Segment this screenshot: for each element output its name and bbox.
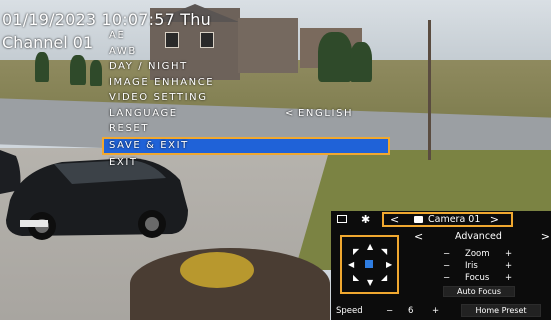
advanced-selector: < Advanced >: [411, 230, 551, 244]
pan-up-icon[interactable]: ▲: [367, 243, 373, 251]
menu-item-save-exit[interactable]: SAVE & EXIT: [102, 136, 390, 155]
language-value: ENGLISH: [298, 107, 354, 119]
camera-label: Camera 01: [428, 214, 481, 225]
ptz-panel: ✱ < Camera 01 > < Advanced > ▲ ▼ ◀ ▶ ◤ ◥…: [331, 211, 551, 320]
menu-item-ae[interactable]: AE: [108, 28, 398, 44]
pan-right-icon[interactable]: ▶: [386, 261, 392, 269]
ptz-direction-pad: ▲ ▼ ◀ ▶ ◤ ◥ ◣ ◢: [340, 235, 399, 294]
osd-menu: AE AWB DAY / NIGHT IMAGE ENHANCE VIDEO S…: [102, 28, 398, 171]
osd-channel-name: Channel 01: [2, 33, 94, 52]
menu-item-language[interactable]: LANGUAGE < ENGLISH: [108, 106, 398, 122]
speed-label: Speed: [336, 306, 363, 316]
iris-control: − Iris +: [443, 261, 523, 273]
tree: [90, 60, 102, 86]
advanced-label: Advanced: [455, 231, 502, 242]
pan-up-right-icon[interactable]: ◥: [381, 248, 387, 256]
iris-plus-button[interactable]: +: [505, 261, 512, 271]
gear-icon[interactable]: ✱: [361, 213, 370, 226]
speed-minus-button[interactable]: −: [386, 306, 393, 316]
pan-down-icon[interactable]: ▼: [367, 279, 373, 287]
camera-icon: [414, 216, 423, 223]
tree: [70, 55, 86, 85]
menu-item-label: LANGUAGE: [109, 107, 178, 119]
camera-prev-button[interactable]: <: [390, 213, 399, 226]
zoom-plus-button[interactable]: +: [505, 249, 512, 259]
menu-item-label: AE: [109, 30, 126, 41]
advanced-next-button[interactable]: >: [541, 230, 550, 243]
zoom-minus-button[interactable]: −: [443, 249, 450, 259]
menu-item-label: SAVE & EXIT: [109, 139, 189, 151]
parked-car: [0, 150, 21, 194]
menu-item-label: IMAGE ENHANCE: [109, 76, 215, 88]
menu-item-exit[interactable]: EXIT: [108, 155, 398, 171]
menu-item-reset[interactable]: RESET: [108, 121, 398, 137]
home-preset-button[interactable]: Home Preset: [461, 304, 541, 317]
tree: [35, 52, 49, 82]
advanced-prev-button[interactable]: <: [414, 230, 423, 243]
shrub: [180, 252, 254, 288]
zoom-label: Zoom: [465, 249, 490, 259]
camera-next-button[interactable]: >: [490, 213, 499, 226]
display-icon[interactable]: [337, 215, 347, 223]
menu-item-label: VIDEO SETTING: [109, 92, 208, 103]
osd-datetime: 01/19/2023 10:07:57 Thu: [2, 10, 211, 29]
tree-trunk: [428, 20, 431, 160]
menu-item-label: AWB: [109, 45, 137, 57]
zoom-control: − Zoom +: [443, 249, 523, 261]
iris-label: Iris: [465, 261, 478, 271]
pan-down-right-icon[interactable]: ◢: [381, 274, 387, 282]
pan-up-left-icon[interactable]: ◤: [353, 248, 359, 256]
speed-plus-button[interactable]: +: [432, 306, 439, 316]
pan-left-icon[interactable]: ◀: [348, 261, 354, 269]
pan-down-left-icon[interactable]: ◣: [353, 274, 359, 282]
menu-item-label: RESET: [109, 123, 150, 134]
chevron-left-icon[interactable]: <: [285, 106, 295, 122]
auto-focus-button[interactable]: Auto Focus: [443, 286, 515, 297]
pan-center-button[interactable]: [365, 260, 373, 268]
menu-item-image-enhance[interactable]: IMAGE ENHANCE: [108, 75, 398, 91]
camera-selector: < Camera 01 >: [382, 212, 513, 227]
menu-item-label: EXIT: [109, 156, 138, 168]
focus-label: Focus: [465, 273, 490, 283]
ptz-toolbar: ✱ < Camera 01 >: [331, 211, 551, 228]
menu-item-label: DAY / NIGHT: [109, 61, 188, 72]
focus-plus-button[interactable]: +: [505, 273, 512, 283]
iris-minus-button[interactable]: −: [443, 261, 450, 271]
focus-control: − Focus +: [443, 273, 523, 285]
focus-minus-button[interactable]: −: [443, 273, 450, 283]
menu-item-awb[interactable]: AWB: [108, 44, 398, 60]
menu-item-day-night[interactable]: DAY / NIGHT: [108, 59, 398, 75]
menu-item-video-setting[interactable]: VIDEO SETTING: [108, 90, 398, 106]
speed-value: 6: [408, 306, 414, 316]
